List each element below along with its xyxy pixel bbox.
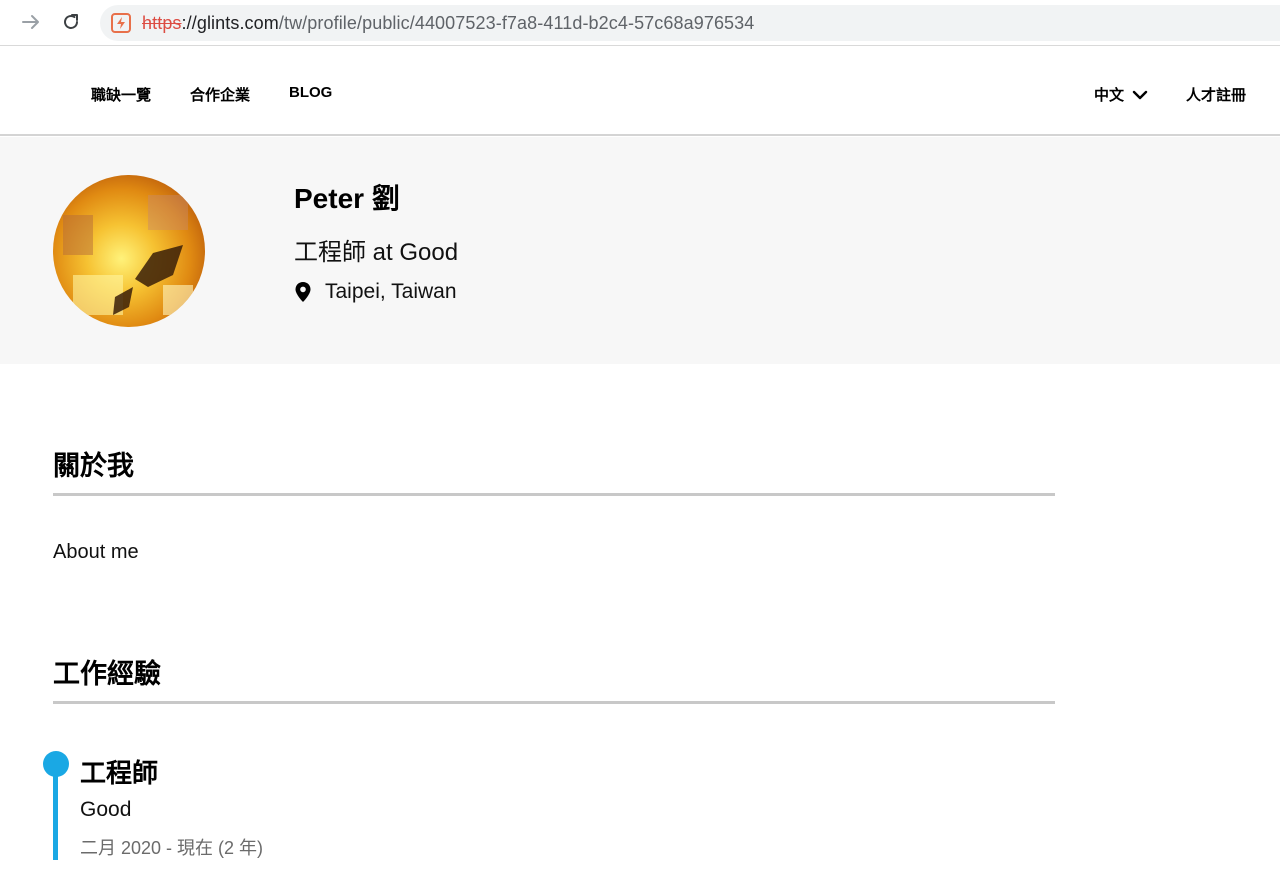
nav-jobs-link[interactable]: 職缺一覽: [91, 84, 151, 105]
about-heading: 關於我: [53, 451, 134, 481]
about-text: About me: [53, 541, 139, 563]
profile-name: Peter 劉: [294, 183, 400, 214]
address-bar[interactable]: https://glints.com/tw/profile/public/440…: [100, 5, 1280, 41]
experience-divider: [53, 701, 1055, 704]
chevron-down-icon: [1132, 90, 1148, 99]
url-path: /tw/profile/public/44007523-f7a8-411d-b2…: [278, 12, 755, 33]
map-pin-icon: [295, 282, 311, 302]
job-dates: 二月 2020 - 現在 (2 年): [80, 838, 264, 858]
job-title: 工程師: [80, 758, 159, 788]
url-text: https://glints.com/tw/profile/public/440…: [142, 13, 754, 34]
profile-location: Taipei, Taiwan: [294, 280, 457, 304]
browser-toolbar: https://glints.com/tw/profile/public/440…: [0, 0, 1280, 46]
timeline-line: [53, 770, 58, 860]
reload-icon: [64, 14, 78, 29]
url-host: ://glints.com: [181, 12, 279, 33]
lightning-warning-icon[interactable]: [110, 12, 132, 34]
arrow-right-icon: [22, 15, 39, 29]
profile-headline: 工程師 at Good: [294, 239, 459, 266]
reload-button[interactable]: [59, 10, 83, 34]
timeline-dot: [43, 751, 69, 777]
nav-companies-link[interactable]: 合作企業: [190, 84, 250, 105]
language-selector[interactable]: 中文: [1094, 84, 1148, 105]
nav-blog-link[interactable]: BLOG: [289, 84, 332, 101]
forward-button[interactable]: [19, 10, 43, 34]
language-label: 中文: [1094, 87, 1125, 104]
url-scheme: https: [142, 12, 182, 33]
site-header: 職缺一覽 合作企業 BLOG 中文 人才註冊: [0, 47, 1280, 136]
about-divider: [53, 493, 1055, 496]
profile-header: Peter 劉 工程師 at Good Taipei, Taiwan: [0, 137, 1280, 364]
experience-heading: 工作經驗: [53, 659, 161, 689]
job-company: Good: [80, 798, 132, 821]
avatar[interactable]: [53, 175, 205, 327]
location-text: Taipei, Taiwan: [325, 280, 457, 303]
talent-signup-link[interactable]: 人才註冊: [1186, 84, 1246, 105]
